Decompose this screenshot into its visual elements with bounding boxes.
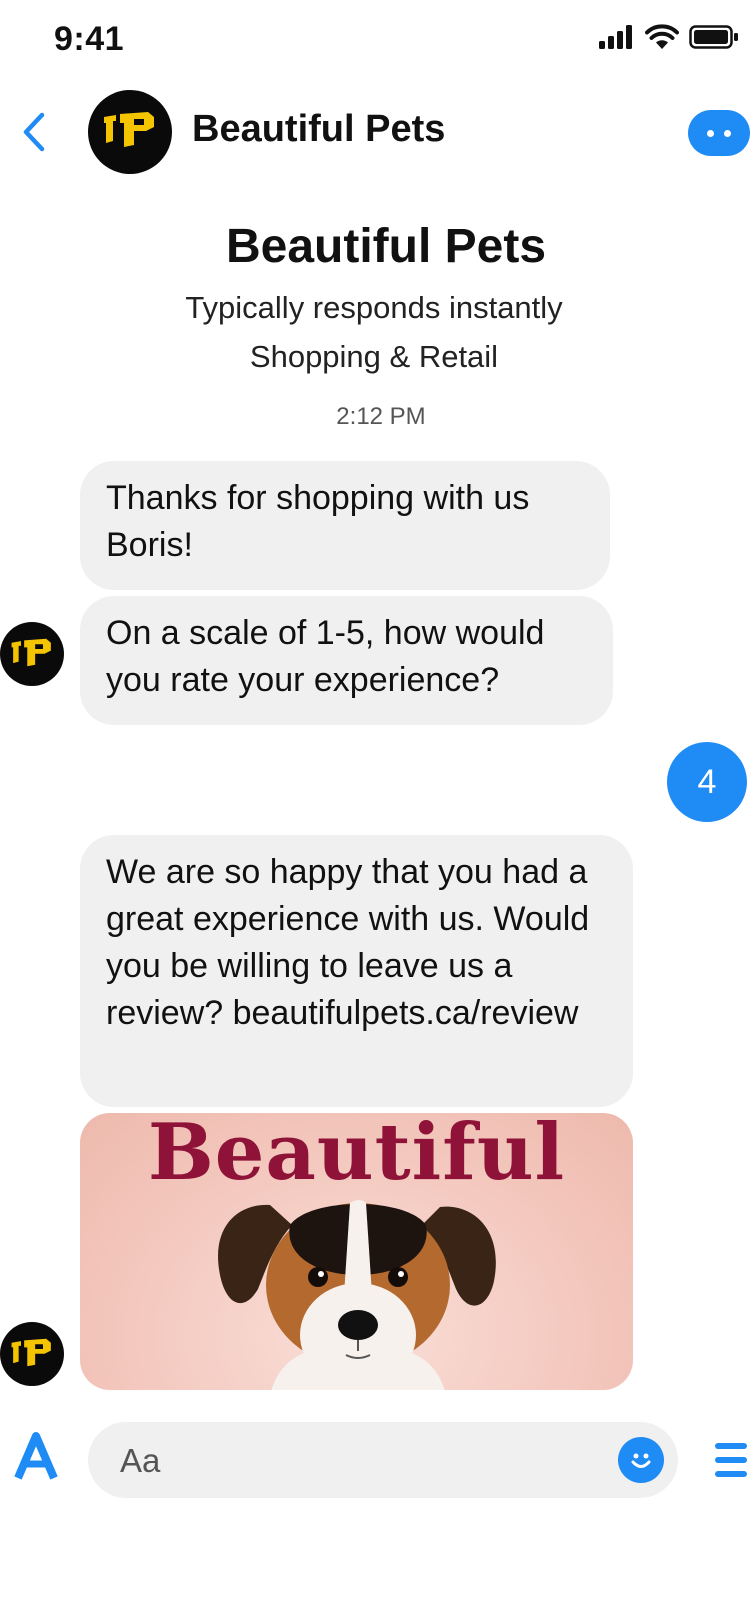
text-format-button[interactable]	[14, 1430, 58, 1486]
intro-page-name: Beautiful Pets	[225, 220, 547, 273]
received-message: On a scale of 1-5, how would you rate yo…	[80, 596, 613, 725]
text-format-icon	[14, 1432, 58, 1480]
emoji-icon	[631, 1453, 651, 1468]
logo-icon	[11, 638, 51, 666]
status-icons	[599, 24, 739, 49]
signal-icon	[599, 24, 632, 49]
page-avatar[interactable]	[88, 90, 172, 174]
header-title: Beautiful Pets	[192, 108, 446, 150]
intro-category: Shopping & Retail	[249, 339, 499, 374]
received-message: We are so happy that you had a great exp…	[80, 835, 633, 1107]
message-composer[interactable]	[88, 1422, 678, 1500]
sender-avatar	[0, 1322, 64, 1386]
status-time: 9:41	[54, 20, 125, 58]
sender-avatar	[0, 622, 64, 686]
emoji-button[interactable]	[618, 1437, 664, 1483]
intro-responsiveness: Typically responds instantly	[185, 290, 563, 325]
more-icon	[707, 129, 714, 137]
more-options-button[interactable]	[688, 110, 750, 156]
puppy-image	[218, 1200, 496, 1390]
back-button[interactable]	[14, 104, 54, 160]
back-chevron-icon	[23, 112, 45, 152]
menu-button[interactable]	[712, 1438, 750, 1482]
image-attachment[interactable]: Beautiful	[80, 1113, 633, 1390]
wifi-icon	[645, 24, 679, 49]
menu-icon	[715, 1443, 747, 1477]
logo-icon	[104, 112, 154, 147]
battery-icon	[689, 24, 738, 49]
logo-icon	[11, 1338, 51, 1366]
sent-message: 4	[667, 742, 747, 822]
received-message: Thanks for shopping with us Boris!	[80, 461, 610, 590]
message-input[interactable]	[118, 1422, 582, 1500]
more-icon-dot	[724, 129, 731, 137]
message-timestamp: 2:12 PM	[336, 403, 426, 430]
